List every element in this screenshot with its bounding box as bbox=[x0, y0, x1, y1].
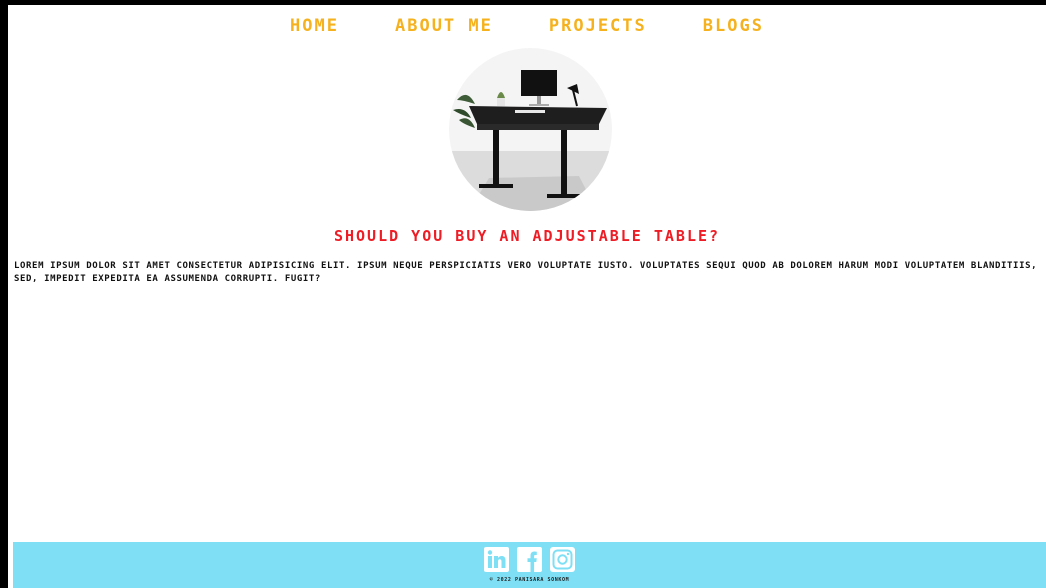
article-title: SHOULD YOU BUY AN ADJUSTABLE TABLE? bbox=[333, 227, 721, 245]
nav-home-link[interactable]: HOME bbox=[290, 16, 339, 36]
standing-desk-photo bbox=[449, 48, 612, 211]
linkedin-icon[interactable] bbox=[484, 547, 509, 572]
main-nav: HOME ABOUT ME PROJECTS BLOGS bbox=[8, 16, 1046, 36]
copyright-text: © 2022 PANISARA SONKOM bbox=[489, 577, 570, 583]
nav-blogs-link[interactable]: BLOGS bbox=[703, 16, 764, 36]
footer: © 2022 PANISARA SONKOM bbox=[13, 542, 1046, 588]
article-body: LOREM IPSUM DOLOR SIT AMET CONSECTETUR A… bbox=[14, 261, 1038, 284]
nav-projects-link[interactable]: PROJECTS bbox=[549, 16, 647, 36]
hero-image bbox=[449, 48, 612, 211]
social-links bbox=[13, 547, 1046, 572]
page: HOME ABOUT ME PROJECTS BLOGS SHOULD YOU … bbox=[8, 5, 1046, 588]
facebook-icon[interactable] bbox=[517, 547, 542, 572]
nav-about-me-link[interactable]: ABOUT ME bbox=[395, 16, 493, 36]
instagram-icon[interactable] bbox=[550, 547, 575, 572]
